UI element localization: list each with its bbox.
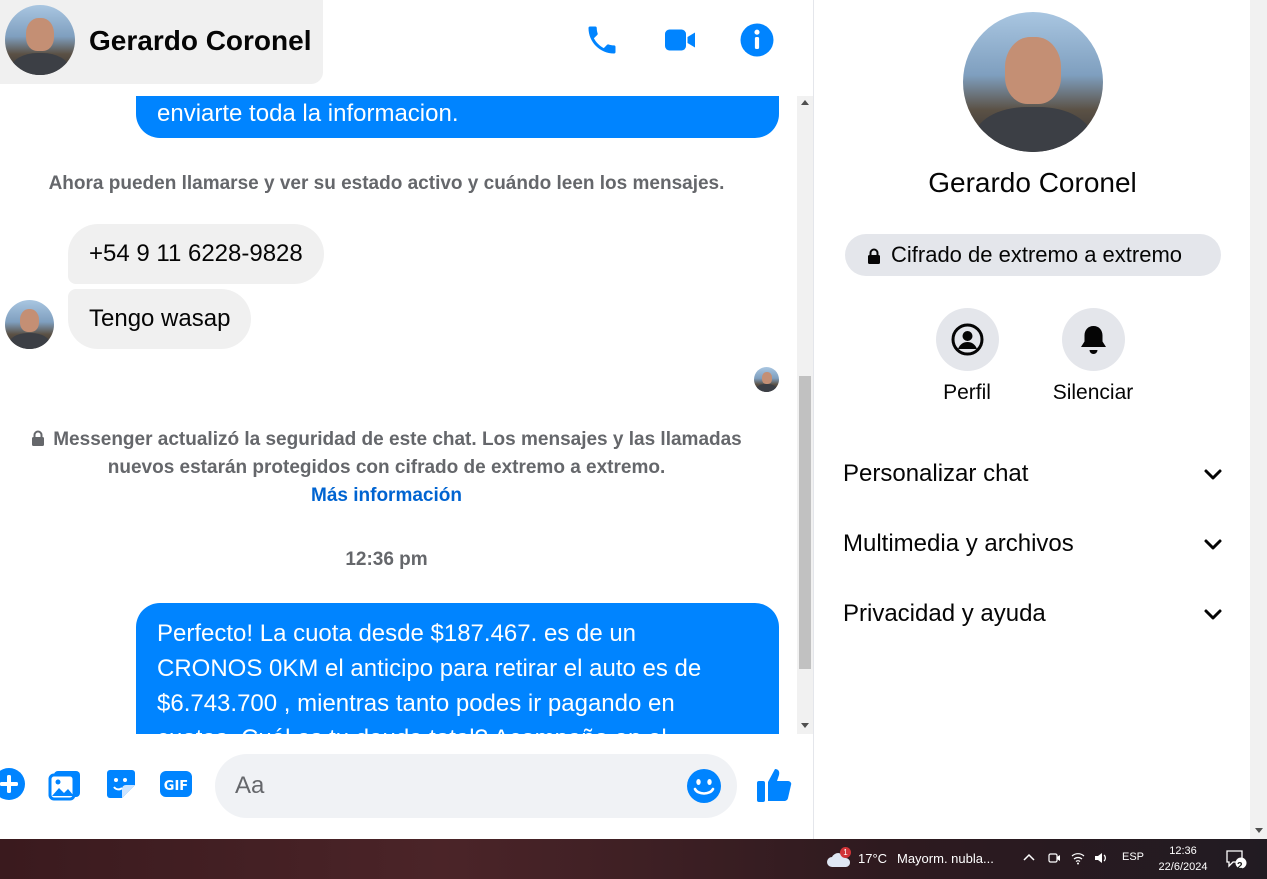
section-privacy-help[interactable]: Privacidad y ayuda — [843, 589, 1223, 639]
message-text: enviarte toda la informacion. — [157, 100, 459, 127]
message-list[interactable]: enviarte toda la informacion. Ahora pued… — [0, 96, 813, 734]
scroll-thumb[interactable] — [799, 376, 811, 669]
encryption-label: Cifrado de extremo a extremo — [891, 242, 1183, 267]
message-input[interactable] — [235, 754, 675, 818]
chevron-down-icon — [1204, 469, 1222, 480]
read-receipt-avatar — [754, 367, 779, 392]
svg-text:GIF: GIF — [164, 779, 188, 794]
section-label: Privacidad y ayuda — [843, 600, 1046, 627]
lock-icon — [32, 430, 45, 446]
volume-icon[interactable] — [1094, 851, 1108, 865]
sender-avatar[interactable] — [5, 300, 54, 349]
contact-name[interactable]: Gerardo Coronel — [89, 25, 311, 57]
section-label: Personalizar chat — [843, 460, 1029, 487]
section-customize-chat[interactable]: Personalizar chat — [843, 449, 1223, 499]
chevron-up-icon[interactable] — [1022, 851, 1036, 865]
weather-badge: 1 — [840, 847, 851, 858]
scroll-up-arrow[interactable] — [801, 100, 809, 105]
encryption-badge[interactable]: Cifrado de extremo a extremo — [845, 234, 1221, 276]
message-text: Tengo wasap — [89, 305, 231, 332]
message-line: $6.743.700 , mientras tanto podes ir pag… — [157, 690, 675, 717]
video-call-icon[interactable] — [662, 22, 698, 58]
timestamp: 12:36 pm — [345, 549, 428, 570]
wifi-icon[interactable] — [1071, 851, 1085, 865]
taskbar: 1 17°C Mayorm. nubla... ESP 12:36 22/6/2… — [0, 839, 1267, 879]
profile-label[interactable]: Perfil — [907, 381, 1027, 405]
weather-temperature[interactable]: 17°C — [858, 851, 887, 866]
info-panel: Gerardo Coronel Cifrado de extremo a ext… — [813, 0, 1267, 839]
section-label: Multimedia y archivos — [843, 530, 1074, 557]
language-indicator[interactable]: ESP — [1122, 851, 1144, 863]
profile-avatar[interactable] — [963, 12, 1103, 152]
chevron-down-icon — [1204, 539, 1222, 550]
clock[interactable]: 12:36 22/6/2024 — [1155, 843, 1211, 875]
clock-time: 12:36 — [1169, 845, 1197, 857]
like-icon[interactable] — [756, 766, 794, 804]
more-info-link[interactable]: Más información — [311, 485, 462, 506]
weather-condition[interactable]: Mayorm. nubla... — [897, 851, 994, 866]
system-notice: Ahora pueden llamarse y ver su estado ac… — [48, 173, 725, 194]
bell-icon — [1081, 326, 1106, 354]
emoji-icon[interactable] — [686, 768, 722, 804]
message-line: Perfecto! La cuota desde $187.467. es de… — [157, 620, 637, 647]
chat-scrollbar[interactable] — [797, 96, 813, 734]
plus-icon[interactable] — [0, 767, 26, 801]
scroll-down-arrow[interactable] — [1255, 828, 1263, 833]
composer: GIF — [0, 734, 813, 839]
scroll-down-arrow[interactable] — [801, 723, 809, 728]
meet-now-icon[interactable] — [1047, 851, 1061, 865]
outgoing-message[interactable]: enviarte toda la informacion. — [136, 96, 779, 138]
message-text: +54 9 11 6228-9828 — [89, 240, 303, 267]
screen: Gerardo Coronel enviarte toda la informa… — [0, 0, 1267, 879]
outgoing-message[interactable]: Perfecto! La cuota desde $187.467. es de… — [136, 603, 779, 734]
contact-header[interactable]: Gerardo Coronel — [0, 0, 323, 84]
chevron-down-icon — [1204, 609, 1222, 620]
contact-avatar[interactable] — [5, 5, 75, 75]
message-line: CRONOS 0KM el anticipo para retirar el a… — [157, 655, 702, 682]
info-scrollbar[interactable] — [1250, 0, 1267, 839]
security-notice-line1: Messenger actualizó la seguridad de este… — [53, 429, 742, 450]
incoming-message[interactable]: Tengo wasap — [68, 289, 252, 349]
clock-date: 22/6/2024 — [1158, 861, 1208, 873]
notification-count: 2 — [1237, 861, 1243, 872]
security-notice: Messenger actualizó la seguridad de este… — [0, 426, 773, 510]
section-media-files[interactable]: Multimedia y archivos — [843, 519, 1223, 569]
profile-name: Gerardo Coronel — [928, 167, 1137, 198]
gif-icon[interactable]: GIF — [159, 767, 193, 801]
mute-button[interactable] — [1062, 308, 1125, 371]
message-line: cuotas. Cuál es tu deuda total? Acompaño… — [157, 721, 758, 734]
phone-icon[interactable] — [584, 22, 620, 58]
profile-button[interactable] — [936, 308, 999, 371]
info-icon[interactable] — [739, 22, 775, 58]
gallery-icon[interactable] — [48, 767, 82, 801]
incoming-message[interactable]: +54 9 11 6228-9828 — [68, 224, 324, 284]
chat-header: Gerardo Coronel — [0, 0, 813, 96]
mute-label[interactable]: Silenciar — [1033, 381, 1153, 405]
sticker-icon[interactable] — [104, 767, 138, 801]
profile-icon — [951, 323, 984, 356]
chat-panel: Gerardo Coronel enviarte toda la informa… — [0, 0, 813, 839]
message-input-box[interactable] — [215, 754, 737, 818]
security-notice-line2: nuevos estarán protegidos con cifrado de… — [107, 457, 666, 478]
notification-icon[interactable] — [1225, 849, 1247, 869]
lock-icon — [868, 248, 880, 264]
